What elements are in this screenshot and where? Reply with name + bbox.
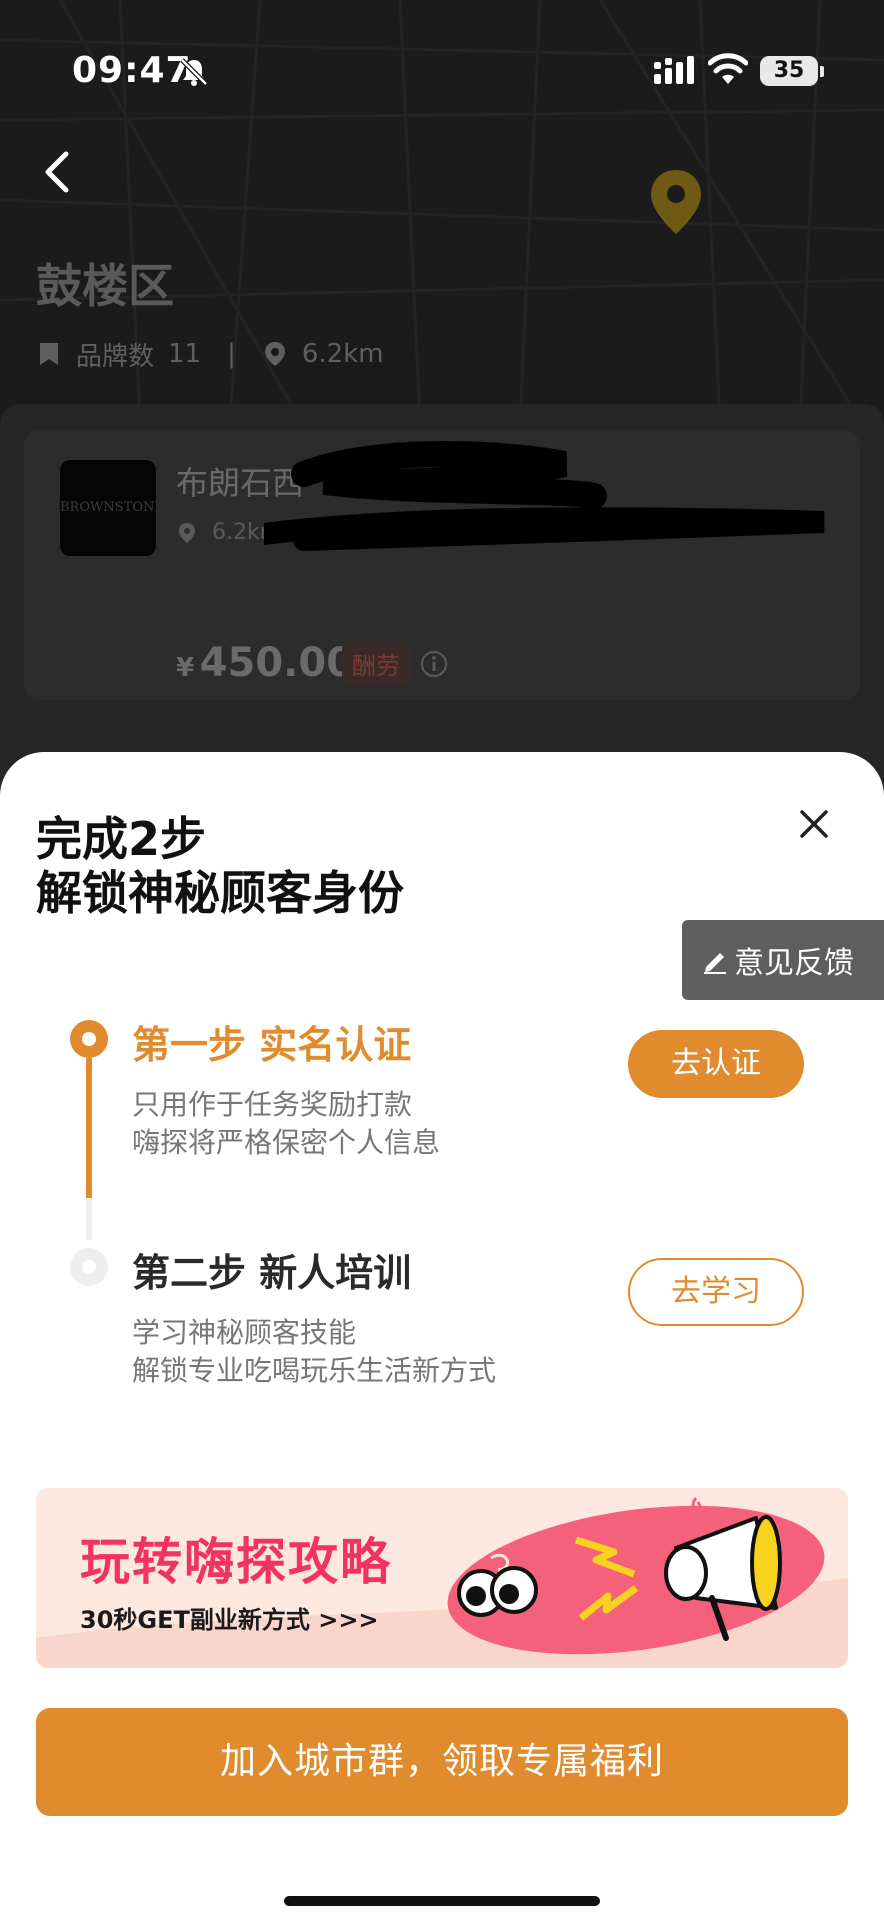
guide-banner[interactable]: 玩转嗨探攻略 30秒GET副业新方式 >>> xyxy=(36,1488,848,1668)
learn-button[interactable]: 去学习 xyxy=(628,1258,804,1326)
status-bar: 09:47 35 xyxy=(0,0,884,140)
sheet-title-line1: 完成2步 xyxy=(36,812,207,866)
step2-description: 学习神秘顾客技能 解锁专业吃喝玩乐生活新方式 xyxy=(132,1314,496,1390)
battery-cap xyxy=(820,66,824,77)
close-icon[interactable] xyxy=(790,800,838,848)
brand-count: 11 xyxy=(168,339,202,369)
banner-title: 玩转嗨探攻略 xyxy=(80,1533,392,1591)
location-icon xyxy=(179,522,195,543)
price-value: 450.00 xyxy=(199,640,355,686)
map-pin-icon xyxy=(651,170,701,234)
step1-desc-line1: 只用作于任务奖励打款 xyxy=(132,1088,413,1121)
store-card[interactable]: BROWNSTONE 布朗石西 6.2km ¥ 450.00 酬劳 xyxy=(24,430,860,700)
join-city-group-button[interactable]: 加入城市群，领取专属福利 xyxy=(36,1708,848,1816)
cellular-signal-icon xyxy=(654,56,694,84)
step2-desc-line1: 学习神秘顾客技能 xyxy=(132,1316,357,1349)
back-arrow-icon[interactable] xyxy=(38,148,78,196)
step1-description: 只用作于任务奖励打款 嗨探将严格保密个人信息 xyxy=(132,1086,440,1162)
step2-title: 第二步 新人培训 xyxy=(132,1251,412,1295)
bell-muted-icon xyxy=(180,58,208,86)
bookmark-icon xyxy=(40,343,58,365)
verify-button[interactable]: 去认证 xyxy=(628,1030,804,1098)
banner-subtitle: 30秒GET副业新方式 >>> xyxy=(80,1606,379,1634)
step2-desc-line2: 解锁专业吃喝玩乐生活新方式 xyxy=(132,1354,497,1387)
feedback-button[interactable]: 意见反馈 xyxy=(682,920,884,1000)
step1-desc-line2: 嗨探将严格保密个人信息 xyxy=(132,1126,441,1159)
brand-count-label: 品牌数 xyxy=(76,341,155,372)
eyes-icon xyxy=(457,1566,538,1617)
sheet-title: 完成2步 解锁神秘顾客身份 xyxy=(36,812,404,920)
district-meta: 品牌数 11 | 6.2km xyxy=(36,336,384,372)
step-progress-line-inactive xyxy=(86,1198,92,1240)
reward-tag: 酬劳 xyxy=(342,642,410,685)
location-icon xyxy=(264,342,285,366)
district-title: 鼓楼区 xyxy=(36,259,174,313)
step-progress-line-active xyxy=(86,1058,92,1198)
district-distance: 6.2km xyxy=(301,339,384,369)
step2-indicator xyxy=(70,1248,108,1286)
pencil-icon xyxy=(704,953,726,974)
battery-indicator: 35 xyxy=(760,56,818,86)
store-price: ¥ 450.00 xyxy=(176,640,354,686)
home-indicator xyxy=(284,1896,600,1906)
sheet-title-line2: 解锁神秘顾客身份 xyxy=(36,866,404,920)
info-icon[interactable] xyxy=(420,650,448,678)
wifi-icon xyxy=(708,53,748,84)
unlock-bottom-sheet: 完成2步 解锁神秘顾客身份 意见反馈 第一步 实名认证 只用作于任务奖励打款 嗨… xyxy=(0,752,884,1920)
redaction-scribble xyxy=(264,441,825,551)
currency-symbol: ¥ xyxy=(176,653,195,683)
step1-indicator xyxy=(70,1020,108,1058)
step1-title: 第一步 实名认证 xyxy=(132,1023,412,1067)
status-time: 09:47 xyxy=(72,50,192,91)
feedback-label: 意见反馈 xyxy=(734,946,854,981)
meta-divider: | xyxy=(227,339,236,369)
store-logo: BROWNSTONE xyxy=(60,460,156,556)
